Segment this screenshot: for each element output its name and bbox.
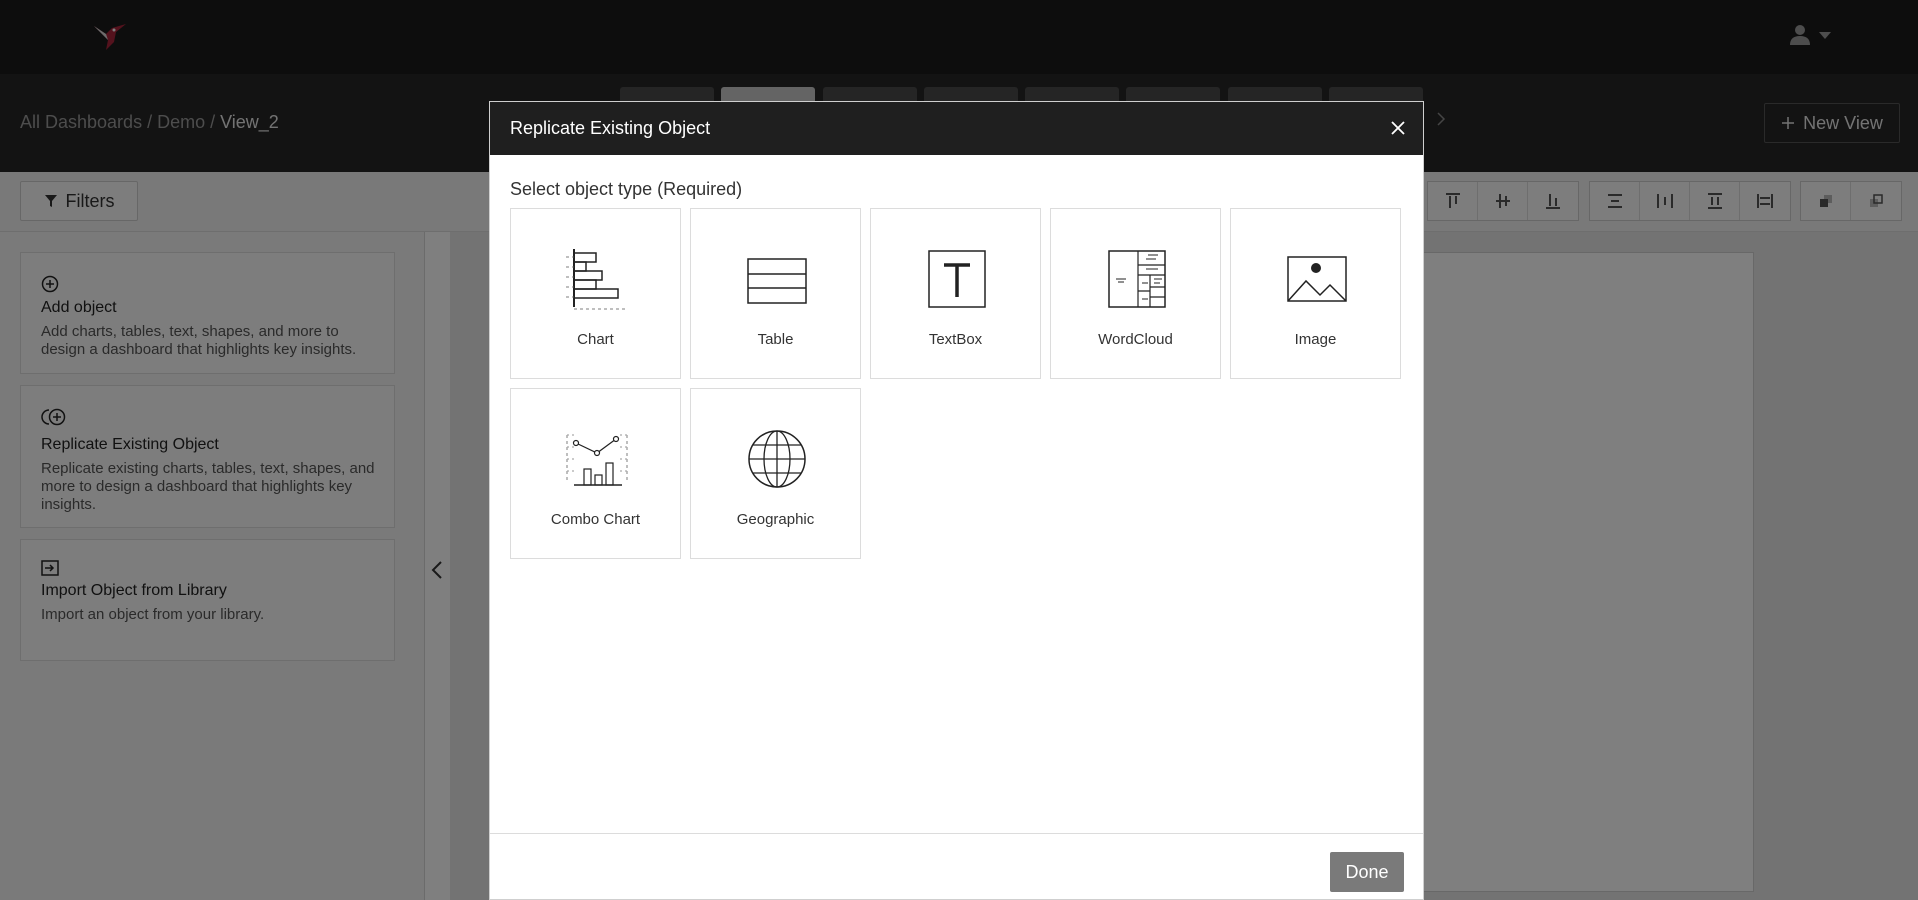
combo-chart-icon bbox=[566, 434, 628, 486]
globe-icon bbox=[748, 430, 806, 488]
replicate-existing-object-dialog: Replicate Existing Object Select object … bbox=[489, 101, 1424, 900]
object-type-label-geographic: Geographic bbox=[736, 511, 815, 528]
bar-chart-icon bbox=[566, 249, 628, 310]
close-icon[interactable] bbox=[1388, 118, 1408, 138]
modal-title: Replicate Existing Object bbox=[510, 118, 711, 138]
object-type-label-textbox: TextBox bbox=[928, 331, 983, 348]
object-type-image[interactable]: Image bbox=[1230, 208, 1401, 379]
object-type-wordcloud[interactable]: WordCloud bbox=[1050, 208, 1221, 379]
object-type-textbox[interactable]: TextBox bbox=[870, 208, 1041, 379]
object-type-label-chart: Chart bbox=[577, 331, 614, 348]
object-type-label-image: Image bbox=[1294, 331, 1337, 348]
object-type-table[interactable]: Table bbox=[690, 208, 861, 379]
textbox-icon bbox=[928, 250, 986, 308]
modal-header: Replicate Existing Object bbox=[490, 102, 1423, 155]
object-type-geographic[interactable]: Geographic bbox=[690, 388, 861, 559]
table-icon bbox=[747, 258, 807, 304]
object-type-label-wordcloud: WordCloud bbox=[1098, 331, 1173, 348]
image-icon bbox=[1287, 256, 1347, 302]
object-type-label-table: Table bbox=[757, 331, 794, 348]
modal-footer-divider bbox=[490, 833, 1423, 834]
object-type-label: Select object type (Required) bbox=[510, 179, 743, 199]
object-type-combo-chart[interactable]: Combo Chart bbox=[510, 388, 681, 559]
object-type-label-combo-chart: Combo Chart bbox=[550, 511, 641, 528]
done-button[interactable]: Done bbox=[1330, 852, 1404, 892]
wordcloud-icon bbox=[1108, 250, 1166, 308]
object-type-chart[interactable]: Chart bbox=[510, 208, 681, 379]
